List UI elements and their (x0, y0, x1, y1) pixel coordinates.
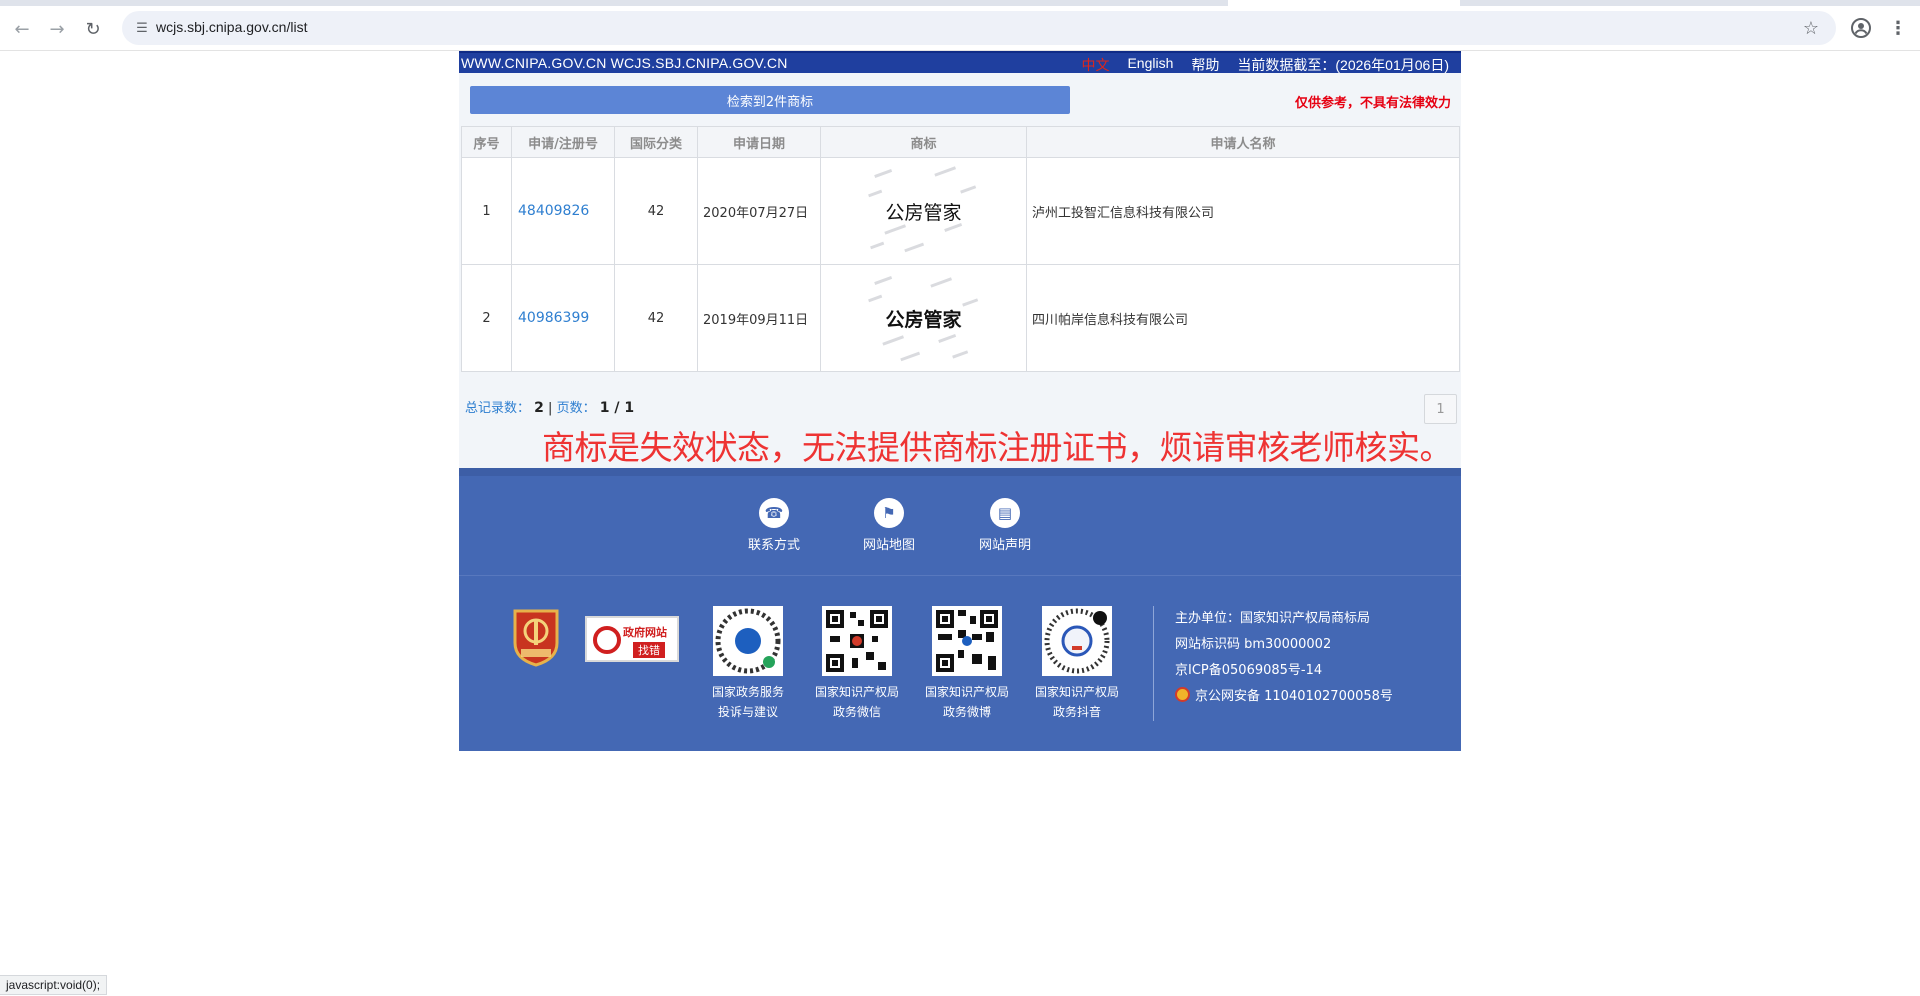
lang-english-link[interactable]: English (1127, 55, 1173, 75)
lang-chinese-link[interactable]: 中文 (1081, 55, 1109, 75)
row-reg-no-cell: 40986399 (511, 264, 615, 372)
police-record-text: 京公网安备 11040102700058号 (1195, 689, 1393, 704)
total-value: 2 (534, 400, 544, 416)
red-annotation-text: 商标是失效状态，无法提供商标注册证书，烦请审核老师核实。 (542, 428, 1453, 467)
qr-douyin[interactable]: 国家知识产权局 政务抖音 (1022, 606, 1132, 722)
result-summary: 总记录数： 2 | 页数： 1 / 1 (465, 397, 634, 416)
header-no: 序号 (461, 126, 512, 158)
find-error-title: 政府网站 (623, 626, 667, 639)
back-icon[interactable]: ← (10, 17, 34, 41)
trademark-image[interactable]: 公房管家 (864, 166, 984, 256)
row-no: 1 (461, 157, 512, 265)
footer-nav: ☎ 联系方式 ⚑ 网站地图 ▤ 网站声明 (459, 476, 1461, 576)
footer-statement-link[interactable]: ▤ 网站声明 (960, 498, 1050, 553)
row-mark-cell: 公房管家 (820, 157, 1027, 265)
bookmark-star-icon[interactable]: ☆ (1800, 17, 1822, 39)
site-info-icon[interactable]: ☰ (132, 18, 152, 38)
top-links: 中文 English 帮助 当前数据截至：(2026年01月06日) (1081, 55, 1449, 75)
qr-label-line2: 政务抖音 (1052, 705, 1101, 719)
sponsor-text: 主办单位：国家知识产权局商标局 (1175, 611, 1371, 626)
footer-divider (1153, 606, 1154, 721)
page-content: WWW.CNIPA.GOV.CN WCJS.SBJ.CNIPA.GOV.CN 中… (459, 51, 1461, 751)
site-domains: WWW.CNIPA.GOV.CN WCJS.SBJ.CNIPA.GOV.CN (461, 55, 788, 71)
party-gov-badge-icon[interactable] (511, 607, 561, 667)
row-applicant: 四川帕岸信息科技有限公司 (1026, 264, 1460, 372)
browser-toolbar: ← → ↻ ☰ wcjs.sbj.cnipa.gov.cn/list ☆ ⋮ (0, 6, 1920, 51)
address-bar[interactable]: ☰ wcjs.sbj.cnipa.gov.cn/list ☆ (122, 11, 1836, 45)
row-class: 42 (614, 157, 698, 265)
police-record[interactable]: 京公网安备 11040102700058号 (1175, 684, 1393, 710)
footer-contact-link[interactable]: ☎ 联系方式 (729, 498, 819, 553)
qr-gov-service[interactable]: 国家政务服务 投诉与建议 (693, 606, 803, 722)
gov-site-find-error-badge[interactable]: 政府网站 找错 (585, 616, 679, 662)
results-table: 序号 申请/注册号 国际分类 申请日期 商标 申请人名称 1 48409826 … (461, 126, 1460, 372)
row-class: 42 (614, 264, 698, 372)
forward-icon[interactable]: → (45, 17, 69, 41)
footer-contact-label: 联系方式 (747, 538, 800, 553)
footer-statement-label: 网站声明 (978, 538, 1031, 553)
pages-label: 页数： (556, 401, 596, 416)
qr-label-line1: 国家政务服务 (711, 685, 784, 699)
trademark-image[interactable]: 公房管家 (864, 273, 984, 363)
row-mark-cell: 公房管家 (820, 264, 1027, 372)
row-applicant: 泸州工投智汇信息科技有限公司 (1026, 157, 1460, 265)
qr-label-line2: 政务微信 (832, 705, 881, 719)
document-icon: ▤ (990, 498, 1020, 528)
find-error-subtitle: 找错 (633, 642, 665, 658)
header-applicant: 申请人名称 (1026, 126, 1460, 158)
total-label: 总记录数： (465, 401, 531, 416)
qr-label-line2: 投诉与建议 (717, 705, 778, 719)
reg-no-link[interactable]: 48409826 (518, 203, 589, 219)
summary-separator: | (548, 401, 553, 416)
phone-icon: ☎ (759, 498, 789, 528)
icp-link[interactable]: 京ICP备05069085号-14 (1175, 658, 1393, 684)
qr-code-icon (713, 606, 783, 676)
qr-code-icon (822, 606, 892, 676)
qr-wechat[interactable]: 国家知识产权局 政务微信 (802, 606, 912, 722)
footer-info: 主办单位：国家知识产权局商标局 网站标识码 bm30000002 京ICP备05… (1175, 606, 1393, 710)
table-header-row: 序号 申请/注册号 国际分类 申请日期 商标 申请人名称 (461, 126, 1460, 158)
qr-label-line1: 国家知识产权局 (924, 685, 1009, 699)
site-top-bar: WWW.CNIPA.GOV.CN WCJS.SBJ.CNIPA.GOV.CN 中… (459, 51, 1461, 73)
qr-label-line2: 政务微博 (942, 705, 991, 719)
map-pin-icon: ⚑ (874, 498, 904, 528)
trademark-text: 公房管家 (885, 202, 962, 224)
header-mark: 商标 (820, 126, 1027, 158)
page-button[interactable]: 1 (1424, 394, 1457, 424)
footer-sitemap-link[interactable]: ⚑ 网站地图 (844, 498, 934, 553)
qr-code-icon (932, 606, 1002, 676)
more-menu-icon[interactable]: ⋮ (1886, 16, 1910, 40)
site-id-text: 网站标识码 bm30000002 (1175, 637, 1332, 652)
reg-no-link[interactable]: 40986399 (518, 310, 589, 326)
disclaimer-text: 仅供参考，不具有法律效力 (1294, 96, 1451, 111)
row-no: 2 (461, 264, 512, 372)
table-row[interactable]: 1 48409826 42 2020年07月27日 公房管家 泸州工投智汇信息科… (461, 157, 1460, 265)
row-reg-no-cell: 48409826 (511, 157, 615, 265)
url-text[interactable]: wcjs.sbj.cnipa.gov.cn/list (156, 19, 307, 35)
magnifier-icon (593, 626, 621, 654)
data-cutoff-text: 当前数据截至：(2026年01月06日) (1237, 57, 1449, 73)
qr-label-line1: 国家知识产权局 (1034, 685, 1119, 699)
row-date: 2019年09月11日 (697, 264, 821, 372)
header-class: 国际分类 (614, 126, 698, 158)
table-row[interactable]: 2 40986399 42 2019年09月11日 公房管家 四川帕岸信息科技有… (461, 264, 1460, 372)
profile-icon[interactable] (1849, 16, 1873, 40)
qr-weibo[interactable]: 国家知识产权局 政务微博 (912, 606, 1022, 722)
result-count-bar: 检索到2件商标 (470, 86, 1070, 114)
qr-code-icon (1042, 606, 1112, 676)
header-reg-no: 申请/注册号 (511, 126, 615, 158)
reload-icon[interactable]: ↻ (81, 17, 105, 41)
pages-value: 1 / 1 (599, 400, 635, 416)
header-date: 申请日期 (697, 126, 821, 158)
police-badge-icon (1175, 687, 1190, 702)
footer-sitemap-label: 网站地图 (862, 538, 915, 553)
site-footer: ☎ 联系方式 ⚑ 网站地图 ▤ 网站声明 政府网站 找错 国家政务服务 投诉与建… (459, 468, 1461, 751)
help-link[interactable]: 帮助 (1191, 55, 1219, 75)
trademark-text: 公房管家 (885, 309, 962, 331)
qr-label-line1: 国家知识产权局 (814, 685, 899, 699)
results-panel: 检索到2件商标 仅供参考，不具有法律效力 序号 申请/注册号 国际分类 申请日期… (459, 73, 1461, 469)
browser-status-bar: javascript:void(0); (0, 975, 108, 995)
row-date: 2020年07月27日 (697, 157, 821, 265)
